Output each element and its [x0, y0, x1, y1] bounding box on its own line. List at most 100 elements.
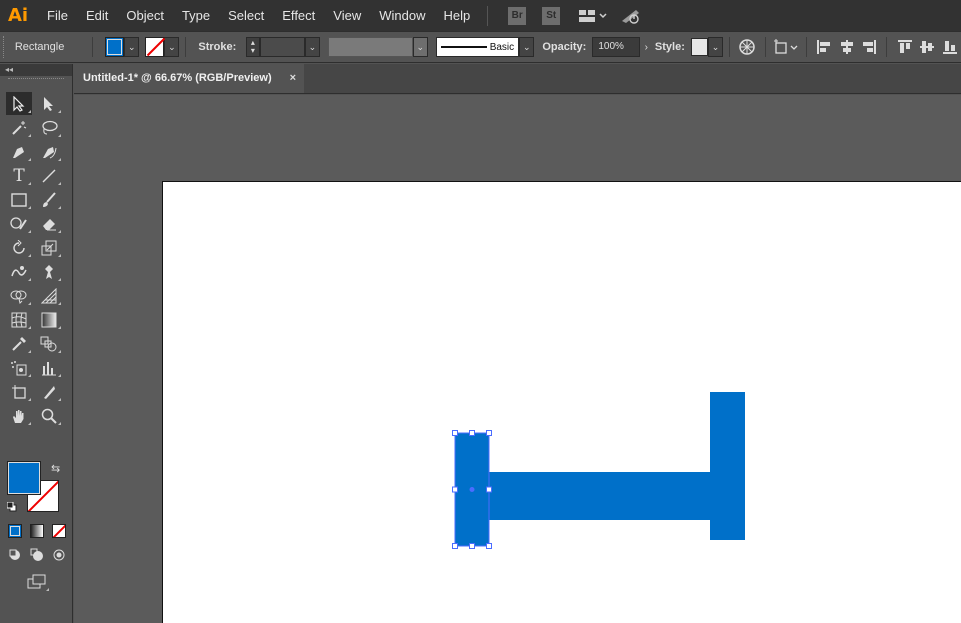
shape-builder-tool[interactable]: [6, 284, 32, 307]
stroke-color-swatch[interactable]: [145, 37, 165, 57]
puppet-warp-tool[interactable]: [36, 260, 62, 283]
slice-tool[interactable]: [36, 380, 62, 403]
handle-middle-right[interactable]: [486, 486, 492, 493]
eyedropper-tool[interactable]: [6, 332, 32, 355]
control-separator: [764, 37, 766, 57]
artboard-tool[interactable]: [6, 380, 32, 403]
gradient-tool[interactable]: [36, 308, 62, 331]
fill-color-box[interactable]: [7, 461, 41, 495]
eraser-tool[interactable]: [36, 212, 62, 235]
none-slash: [53, 525, 65, 537]
collapse-panel-icon[interactable]: ◂◂: [0, 64, 72, 76]
right-vertical-bar-shape[interactable]: [710, 392, 745, 540]
stroke-label: Stroke:: [198, 41, 236, 53]
graphic-style-dropdown[interactable]: ⌄: [707, 37, 724, 57]
fill-color-swatch[interactable]: [105, 37, 125, 57]
bridge-button[interactable]: Br: [508, 6, 527, 25]
document-tab-bar: Untitled-1* @ 66.67% (RGB/Preview) ×: [74, 63, 961, 94]
center-point-handle[interactable]: [469, 487, 475, 492]
menu-type[interactable]: Type: [173, 0, 219, 31]
shaper-tool[interactable]: [6, 212, 32, 235]
gpu-performance-icon[interactable]: [620, 7, 642, 25]
panel-grip[interactable]: [3, 36, 7, 58]
zoom-tool[interactable]: [36, 404, 62, 427]
hand-tool[interactable]: [6, 404, 32, 427]
type-tool[interactable]: T: [6, 164, 32, 187]
selection-tool[interactable]: [6, 92, 32, 115]
blend-tool[interactable]: [36, 332, 62, 355]
handle-top-center[interactable]: [469, 430, 475, 436]
handle-top-left[interactable]: [452, 430, 458, 436]
draw-inside-icon[interactable]: [52, 548, 66, 562]
draw-normal-icon[interactable]: [8, 548, 22, 562]
rotate-tool[interactable]: [6, 236, 32, 259]
type-tool-glyph: T: [13, 165, 25, 186]
panel-grip[interactable]: [8, 78, 64, 84]
style-label-text: Style:: [654, 41, 685, 53]
stroke-weight-input[interactable]: [259, 37, 305, 57]
menu-edit[interactable]: Edit: [77, 0, 117, 31]
recolor-artwork-icon[interactable]: [736, 35, 759, 59]
gradient-mode-icon[interactable]: [30, 524, 44, 538]
transform-icon[interactable]: [772, 35, 800, 59]
column-graph-tool[interactable]: [36, 356, 62, 379]
handle-bottom-right[interactable]: [486, 543, 492, 549]
color-mode-icon[interactable]: [8, 524, 22, 538]
menu-object[interactable]: Object: [117, 0, 173, 31]
swap-fill-stroke-icon[interactable]: ⇆: [51, 462, 60, 475]
direct-selection-tool[interactable]: [36, 92, 62, 115]
menu-window[interactable]: Window: [370, 0, 434, 31]
variable-width-profile[interactable]: [327, 37, 413, 57]
menu-file[interactable]: File: [36, 0, 77, 31]
handle-top-right[interactable]: [486, 430, 492, 436]
arrange-documents-icon[interactable]: [578, 8, 608, 24]
line-segment-tool[interactable]: [36, 164, 62, 187]
mesh-tool[interactable]: [6, 308, 32, 331]
symbol-sprayer-tool[interactable]: [6, 356, 32, 379]
horizontal-bar-shape[interactable]: [489, 472, 711, 520]
opacity-slider-arrow[interactable]: ›: [640, 37, 653, 57]
pen-tool[interactable]: [6, 140, 32, 163]
graphic-style-swatch[interactable]: [690, 38, 708, 56]
align-right-icon[interactable]: [858, 35, 881, 59]
none-mode-icon[interactable]: [52, 524, 66, 538]
align-bottom-icon[interactable]: [938, 35, 961, 59]
fill-stroke-widget: ⇆: [7, 461, 67, 518]
menu-effect[interactable]: Effect: [273, 0, 324, 31]
stroke-color-dropdown[interactable]: ⌄: [164, 37, 180, 57]
variable-width-dropdown[interactable]: ⌄: [412, 37, 428, 57]
curvature-tool[interactable]: [36, 140, 62, 163]
magic-wand-tool[interactable]: [6, 116, 32, 139]
handle-bottom-center[interactable]: [469, 543, 475, 549]
control-separator: [729, 37, 731, 57]
stock-button[interactable]: St: [542, 6, 561, 25]
align-left-icon[interactable]: [813, 35, 836, 59]
menu-help[interactable]: Help: [434, 0, 479, 31]
stroke-weight-stepper[interactable]: ▴ ▾: [246, 37, 260, 57]
fill-dropdown[interactable]: ⌄: [124, 37, 140, 57]
rectangle-tool[interactable]: [6, 188, 32, 211]
canvas[interactable]: [74, 95, 961, 623]
document-tab[interactable]: Untitled-1* @ 66.67% (RGB/Preview) ×: [74, 63, 304, 93]
handle-bottom-left[interactable]: [452, 543, 458, 549]
lasso-tool[interactable]: [36, 116, 62, 139]
brush-dropdown[interactable]: ⌄: [519, 37, 535, 57]
align-horizontal-center-icon[interactable]: [835, 35, 858, 59]
menu-select[interactable]: Select: [219, 0, 273, 31]
align-top-icon[interactable]: [893, 35, 916, 59]
artboard[interactable]: [162, 181, 961, 623]
opacity-input[interactable]: 100%: [592, 37, 640, 57]
paintbrush-tool[interactable]: [36, 188, 62, 211]
brush-definition[interactable]: Basic: [435, 37, 520, 57]
menu-view[interactable]: View: [324, 0, 370, 31]
warp-tool[interactable]: [6, 260, 32, 283]
change-screen-mode-icon[interactable]: [24, 570, 50, 593]
stroke-weight-dropdown[interactable]: ⌄: [304, 37, 320, 57]
perspective-grid-tool[interactable]: [36, 284, 62, 307]
close-tab-icon[interactable]: ×: [290, 72, 296, 84]
draw-behind-icon[interactable]: [30, 548, 44, 562]
align-vertical-center-icon[interactable]: [916, 35, 939, 59]
handle-middle-left[interactable]: [452, 486, 458, 493]
default-fill-stroke-icon[interactable]: [7, 502, 17, 512]
scale-tool[interactable]: [36, 236, 62, 259]
